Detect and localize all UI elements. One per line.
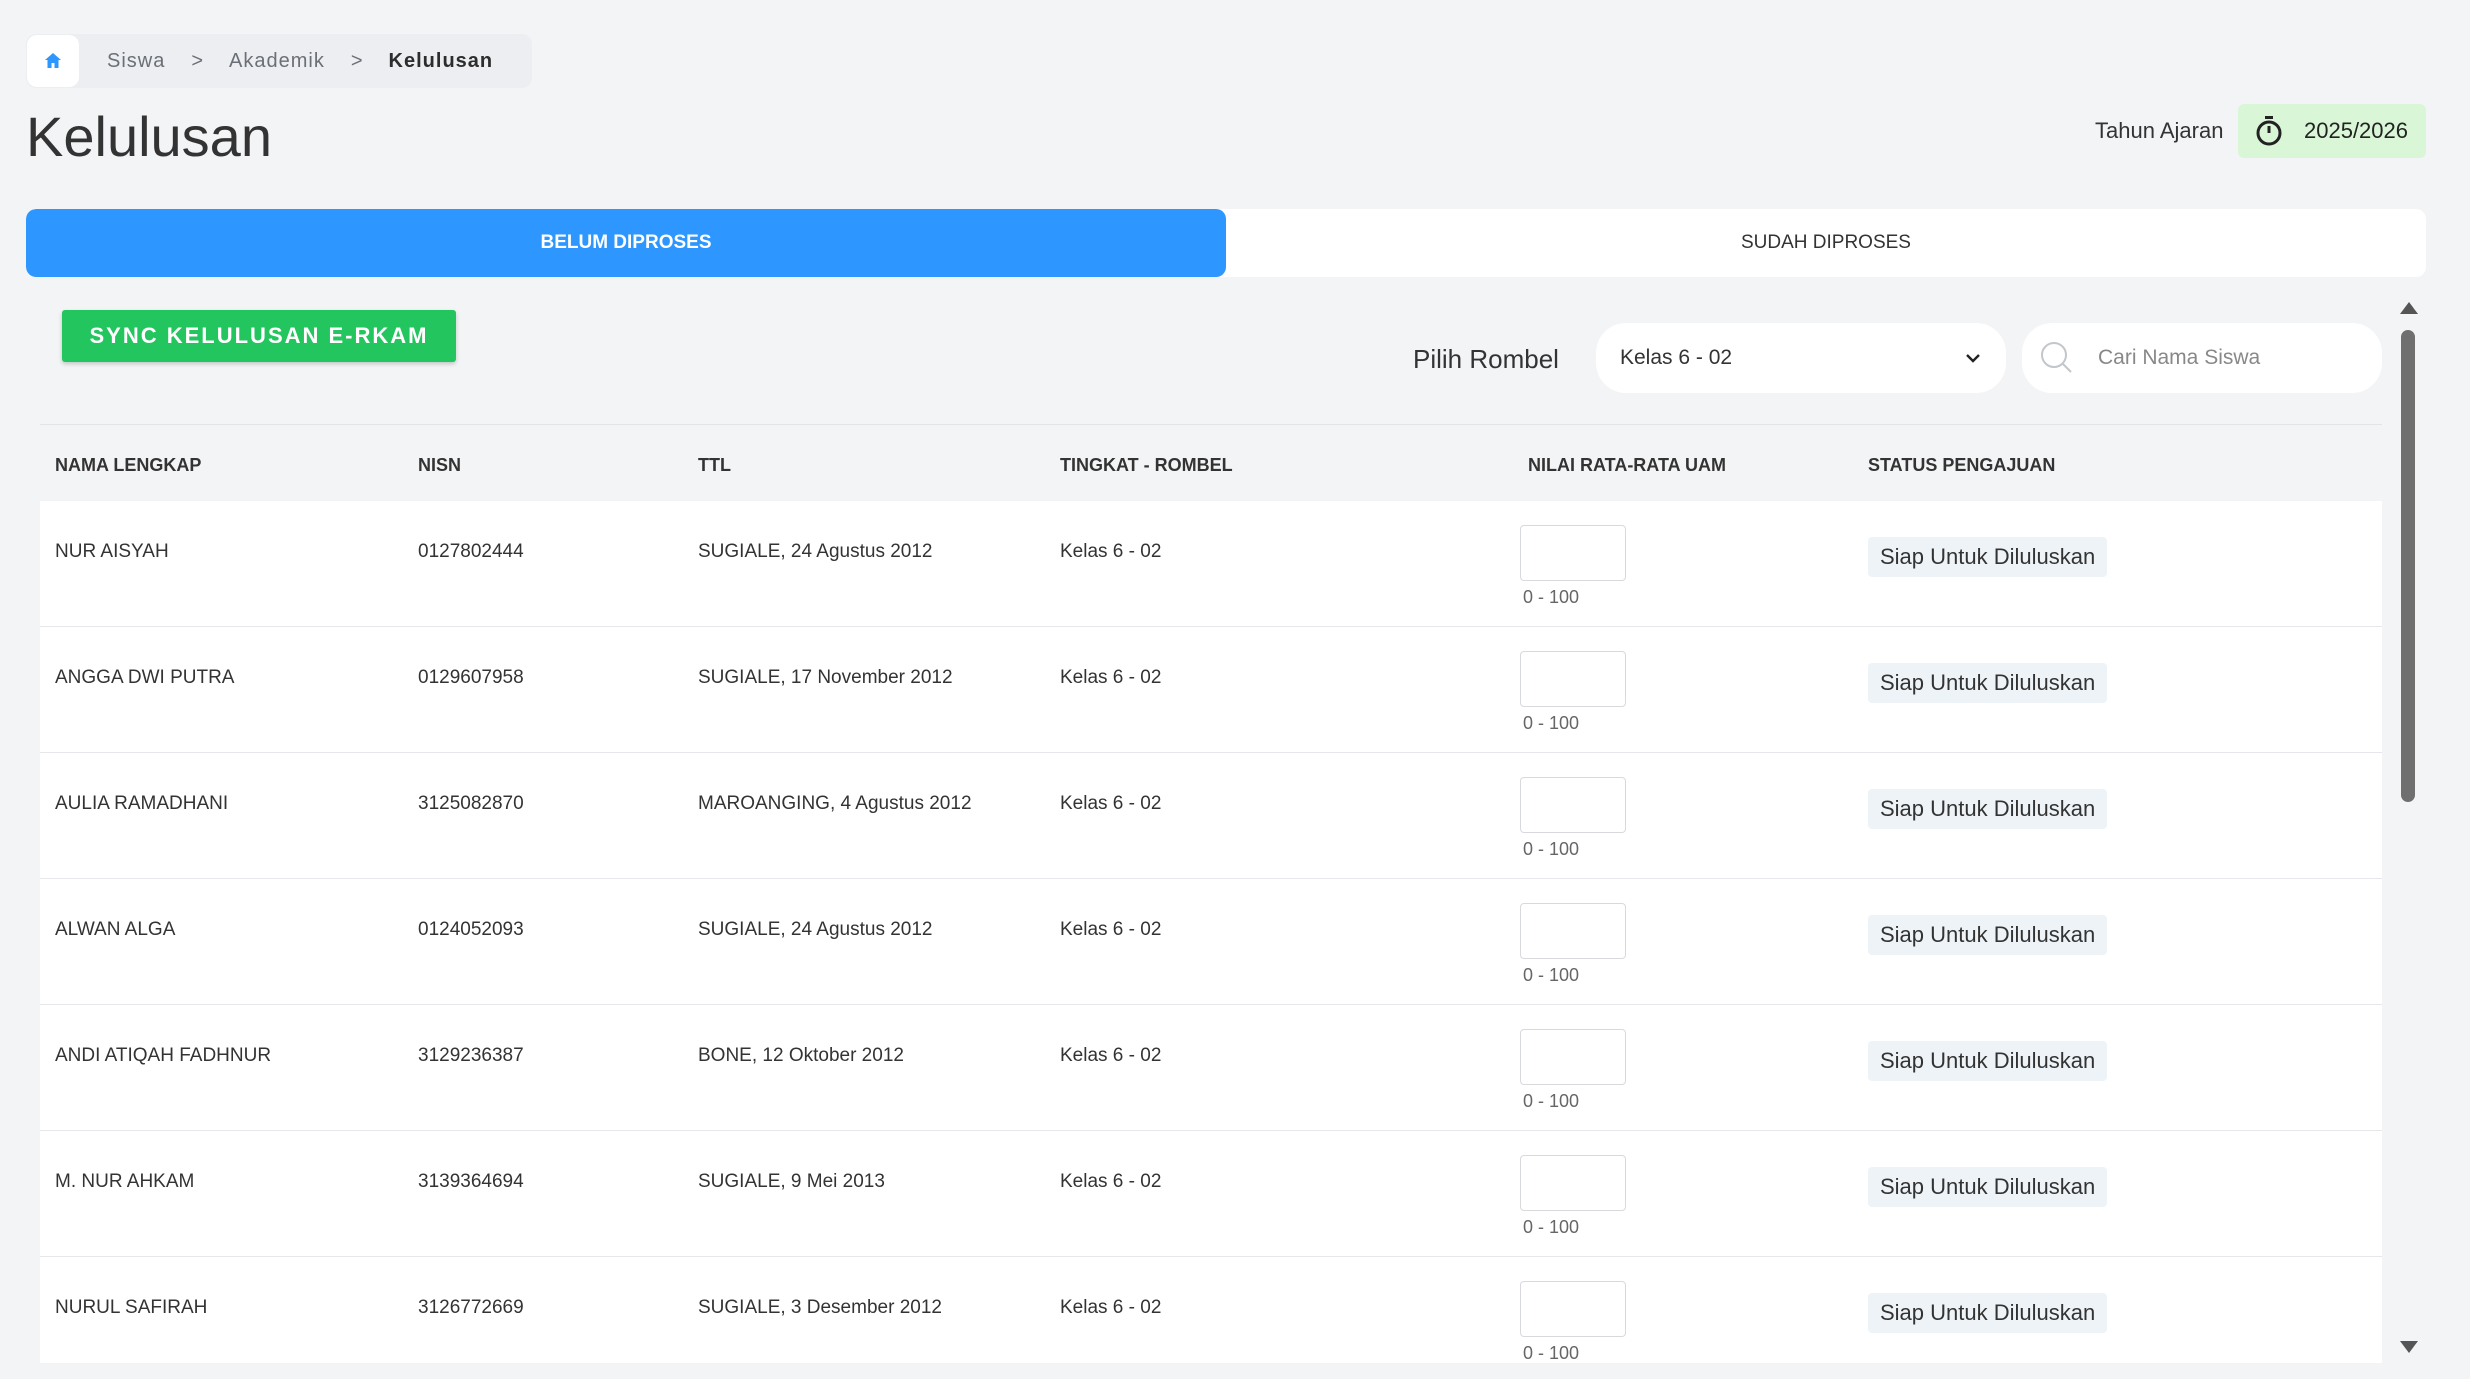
- nilai-input[interactable]: [1520, 651, 1626, 707]
- table-row: AULIA RAMADHANI 3125082870 MAROANGING, 4 A…: [40, 753, 2382, 879]
- scroll-up-arrow-icon[interactable]: [2400, 302, 2418, 314]
- cell-ttl: SUGIALE, 9 Mei 2013: [698, 1171, 885, 1192]
- stopwatch-icon: [2256, 116, 2282, 146]
- breadcrumb-separator: >: [191, 49, 204, 72]
- cell-tingkat: Kelas 6 - 02: [1060, 793, 1162, 814]
- table-body: NUR AISYAH 0127802444 SUGIALE, 24 Agustus …: [40, 501, 2382, 1363]
- status-badge: Siap Untuk Diluluskan: [1868, 915, 2108, 955]
- cell-nama: NUR AISYAH: [55, 541, 169, 562]
- status-badge: Siap Untuk Diluluskan: [1868, 789, 2108, 829]
- nilai-input[interactable]: [1520, 1155, 1626, 1211]
- scroll-thumb[interactable]: [2401, 330, 2415, 802]
- cell-ttl: SUGIALE, 24 Agustus 2012: [698, 919, 933, 940]
- tahun-ajaran-label: Tahun Ajaran: [2095, 118, 2224, 143]
- cell-tingkat: Kelas 6 - 02: [1060, 541, 1162, 562]
- content-panel: SYNC KELULUSAN E-RKAM Pilih Rombel Kelas…: [40, 294, 2382, 1363]
- search-icon: [2041, 342, 2072, 373]
- table-row: ANGGA DWI PUTRA 0129607958 SUGIALE, 17 Nov…: [40, 627, 2382, 753]
- search-box[interactable]: [2022, 323, 2382, 393]
- nilai-input[interactable]: [1520, 1281, 1626, 1337]
- tahun-ajaran-value: 2025/2026: [2304, 118, 2408, 143]
- table-row: M. NUR AHKAM 3139364694 SUGIALE, 9 Mei 201…: [40, 1131, 2382, 1257]
- cell-nisn: 3125082870: [418, 793, 524, 814]
- header-status: STATUS PENGAJUAN: [1868, 455, 2056, 475]
- vertical-scrollbar[interactable]: [2396, 294, 2420, 1363]
- cell-nisn: 3129236387: [418, 1045, 524, 1066]
- nilai-input[interactable]: [1520, 903, 1626, 959]
- header-nisn: NISN: [418, 455, 462, 475]
- cell-tingkat: Kelas 6 - 02: [1060, 919, 1162, 940]
- cell-nama: NURUL SAFIRAH: [55, 1297, 208, 1318]
- page-title: Kelulusan: [26, 105, 272, 168]
- chevron-down-icon: [1966, 354, 1980, 363]
- cell-nama: ALWAN ALGA: [55, 919, 176, 940]
- nilai-range-hint: 0 - 100: [1523, 839, 1580, 859]
- cell-ttl: BONE, 12 Oktober 2012: [698, 1045, 904, 1066]
- breadcrumb-separator: >: [350, 49, 363, 72]
- cell-nisn: 0129607958: [418, 667, 524, 688]
- status-badge: Siap Untuk Diluluskan: [1868, 1041, 2108, 1081]
- table-row: ANDI ATIQAH FADHNUR 3129236387 BONE, 12 Ok…: [40, 1005, 2382, 1131]
- cell-nisn: 3126772669: [418, 1297, 524, 1318]
- status-badge: Siap Untuk Diluluskan: [1868, 1293, 2108, 1333]
- nilai-range-hint: 0 - 100: [1523, 713, 1580, 733]
- header-nama: NAMA LENGKAP: [55, 455, 202, 475]
- nilai-range-hint: 0 - 100: [1523, 1217, 1580, 1237]
- tahun-ajaran-badge[interactable]: 2025/2026: [2238, 104, 2426, 158]
- status-tabs: BELUM DIPROSES SUDAH DIPROSES: [26, 209, 2426, 277]
- cell-nisn: 0124052093: [418, 919, 524, 940]
- nilai-range-hint: 0 - 100: [1523, 1091, 1580, 1111]
- tab-sudah-diproses[interactable]: SUDAH DIPROSES: [1226, 209, 2426, 277]
- status-badge: Siap Untuk Diluluskan: [1868, 537, 2108, 577]
- breadcrumb-item-akademik[interactable]: Akademik: [229, 50, 325, 73]
- search-input[interactable]: [2098, 346, 2358, 370]
- cell-ttl: SUGIALE, 17 November 2012: [698, 667, 953, 688]
- sync-kelulusan-button[interactable]: SYNC KELULUSAN E-RKAM: [62, 310, 456, 362]
- rombel-label: Pilih Rombel: [1413, 344, 1559, 374]
- status-badge: Siap Untuk Diluluskan: [1868, 1167, 2108, 1207]
- nilai-range-hint: 0 - 100: [1523, 587, 1580, 607]
- cell-nisn: 0127802444: [418, 541, 524, 562]
- cell-tingkat: Kelas 6 - 02: [1060, 1171, 1162, 1192]
- students-table: NAMA LENGKAP NISN TTL TINGKAT - ROMBEL N…: [40, 424, 2382, 1363]
- breadcrumb-current: Kelulusan: [388, 49, 494, 72]
- rombel-select[interactable]: Kelas 6 - 02: [1596, 323, 2006, 393]
- table-header: NAMA LENGKAP NISN TTL TINGKAT - ROMBEL N…: [40, 425, 2382, 501]
- table-row: ALWAN ALGA 0124052093 SUGIALE, 24 Agustus …: [40, 879, 2382, 1005]
- tab-belum-diproses[interactable]: BELUM DIPROSES: [26, 209, 1226, 277]
- status-badge: Siap Untuk Diluluskan: [1868, 663, 2108, 703]
- cell-nama: AULIA RAMADHANI: [55, 793, 229, 814]
- nilai-range-hint: 0 - 100: [1523, 1343, 1580, 1363]
- cell-nama: M. NUR AHKAM: [55, 1171, 195, 1192]
- nilai-range-hint: 0 - 100: [1523, 965, 1580, 985]
- breadcrumb-item-siswa[interactable]: Siswa: [107, 50, 165, 73]
- nilai-input[interactable]: [1520, 1029, 1626, 1085]
- header-tingkat: TINGKAT - ROMBEL: [1060, 455, 1233, 475]
- table-row: NUR AISYAH 0127802444 SUGIALE, 24 Agustus …: [40, 501, 2382, 627]
- cell-nisn: 3139364694: [418, 1171, 524, 1192]
- cell-nama: ANDI ATIQAH FADHNUR: [55, 1045, 272, 1066]
- cell-ttl: MAROANGING, 4 Agustus 2012: [698, 793, 972, 814]
- table-row: NURUL SAFIRAH 3126772669 SUGIALE, 3 Desemb…: [40, 1257, 2382, 1363]
- cell-nama: ANGGA DWI PUTRA: [55, 667, 235, 688]
- home-icon[interactable]: [27, 35, 79, 87]
- header-nilai: NILAI RATA-RATA UAM: [1528, 455, 1726, 475]
- header-ttl: TTL: [698, 455, 731, 475]
- cell-tingkat: Kelas 6 - 02: [1060, 667, 1162, 688]
- nilai-input[interactable]: [1520, 777, 1626, 833]
- cell-ttl: SUGIALE, 3 Desember 2012: [698, 1297, 942, 1318]
- breadcrumb: Siswa > Akademik > Kelulusan: [26, 34, 532, 88]
- nilai-input[interactable]: [1520, 525, 1626, 581]
- scroll-down-arrow-icon[interactable]: [2400, 1341, 2418, 1353]
- cell-tingkat: Kelas 6 - 02: [1060, 1045, 1162, 1066]
- cell-tingkat: Kelas 6 - 02: [1060, 1297, 1162, 1318]
- cell-ttl: SUGIALE, 24 Agustus 2012: [698, 541, 933, 562]
- rombel-selected-value: Kelas 6 - 02: [1620, 346, 1733, 369]
